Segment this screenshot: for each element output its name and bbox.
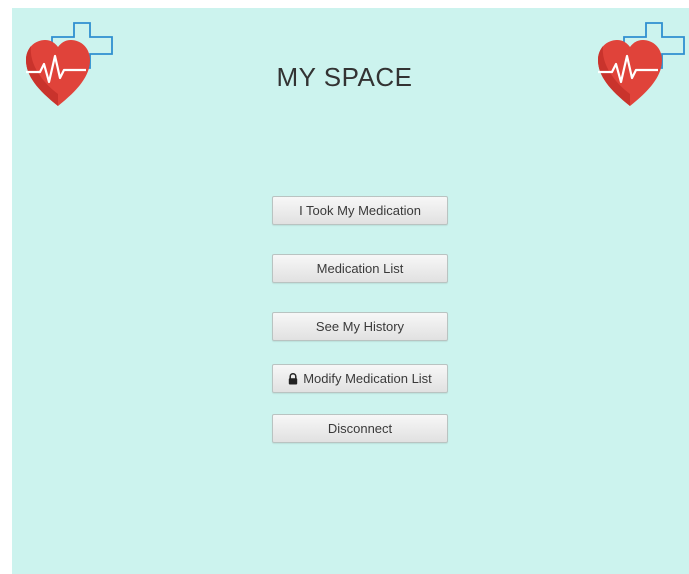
app-window: MY SPACE I Took My Medication Medication…	[12, 8, 689, 574]
button-label: Medication List	[316, 261, 404, 276]
i-took-my-medication-button[interactable]: I Took My Medication	[272, 196, 448, 225]
heart-pulse-cross-icon	[598, 22, 685, 106]
modify-medication-list-button[interactable]: Modify Medication List	[272, 364, 448, 393]
button-label: Modify Medication List	[303, 371, 432, 386]
medication-list-button[interactable]: Medication List	[272, 254, 448, 283]
page-title: MY SPACE	[276, 62, 413, 92]
button-label: See My History	[315, 319, 405, 334]
button-label: Disconnect	[327, 421, 393, 436]
lock-icon	[288, 372, 298, 384]
button-label: I Took My Medication	[299, 203, 421, 218]
disconnect-button[interactable]: Disconnect	[272, 414, 448, 443]
see-my-history-button[interactable]: See My History	[272, 312, 448, 341]
